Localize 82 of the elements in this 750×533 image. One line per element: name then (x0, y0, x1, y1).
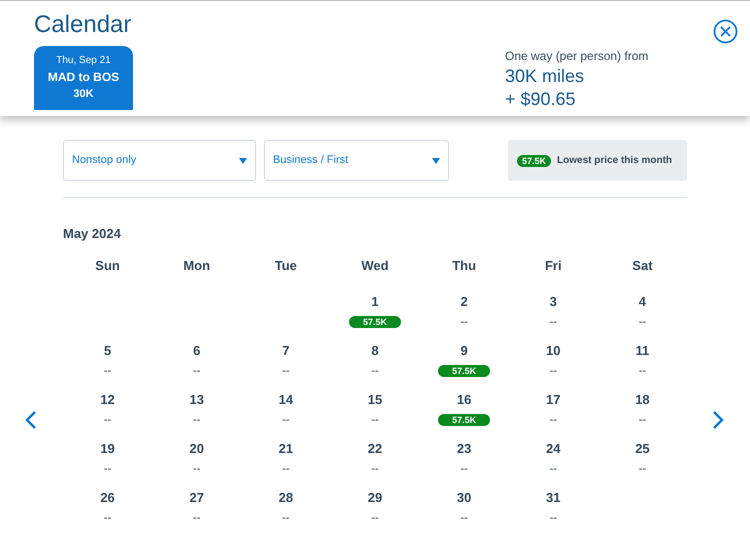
caret-icon (432, 158, 440, 164)
day-number[interactable]: 24 (546, 440, 560, 456)
trip-tab[interactable]: Thu, Sep 21 MAD to BOS 30K (34, 46, 133, 110)
price-text: -- (371, 365, 379, 377)
dropdown[interactable]: Business / First (264, 140, 449, 181)
weekday-label: Tue (274, 258, 297, 272)
price-text: -- (282, 512, 290, 524)
price-text: -- (638, 414, 646, 426)
price-text: -- (550, 512, 557, 524)
day-number[interactable]: 22 (368, 440, 382, 456)
weekday-label: Wed (361, 258, 389, 272)
day-number[interactable]: 18 (635, 392, 650, 406)
price-text: -- (282, 365, 290, 377)
price-text: -- (460, 512, 468, 524)
day-number[interactable]: 2 (460, 294, 468, 308)
day-number[interactable]: 9 (460, 342, 468, 358)
caret-icon (239, 158, 247, 164)
day-number[interactable]: 27 (189, 490, 204, 504)
price-text: -- (371, 512, 379, 524)
day-number[interactable]: 12 (100, 392, 115, 406)
price-badge: 57.5K (517, 154, 552, 166)
price-text: -- (638, 316, 646, 328)
day-number[interactable]: 6 (193, 342, 200, 358)
day-number[interactable]: 20 (189, 440, 204, 456)
price-badge: 57.5K (438, 414, 490, 426)
price-text: -- (638, 365, 646, 377)
day-number[interactable]: 21 (278, 440, 294, 456)
price-text: -- (282, 463, 290, 475)
day-number[interactable]: 4 (638, 294, 646, 308)
price-badge: 57.5K (348, 316, 401, 328)
miles-price: 30K miles (505, 65, 586, 88)
price-badge: 57.5K (438, 365, 490, 377)
price-text: -- (460, 316, 468, 328)
day-number[interactable]: 7 (282, 342, 290, 358)
day-number[interactable]: 14 (278, 392, 294, 406)
day-number[interactable]: 26 (100, 490, 115, 504)
day-number[interactable]: 15 (368, 392, 382, 406)
price-text: -- (282, 414, 290, 426)
day-number[interactable]: 17 (546, 392, 560, 406)
fare-label: One way (per person) from (505, 48, 648, 65)
price-text: -- (550, 365, 557, 377)
day-number[interactable]: 5 (104, 342, 112, 358)
day-number[interactable]: 3 (550, 294, 557, 308)
day-number[interactable]: 13 (189, 392, 204, 406)
tax-price: + $90.65 (505, 88, 577, 112)
weekday-label: Sun (95, 258, 120, 272)
weekday-label: Thu (452, 258, 476, 272)
day-number[interactable]: 1 (371, 294, 379, 308)
legend-label: Lowest price this month (557, 154, 672, 168)
day-number[interactable]: 19 (100, 440, 115, 456)
dialog-title: Calendar (34, 11, 132, 40)
price-text: -- (193, 463, 200, 475)
price-text: -- (638, 463, 646, 475)
day-number[interactable]: 28 (278, 490, 294, 504)
price-text: -- (104, 463, 112, 475)
price-text: -- (371, 463, 379, 475)
dropdown[interactable]: Nonstop only (63, 140, 256, 181)
day-number[interactable]: 30 (456, 490, 472, 504)
day-number[interactable]: 23 (456, 440, 472, 456)
price-text: -- (550, 414, 557, 426)
price-text: -- (193, 512, 200, 524)
price-text: -- (371, 414, 379, 426)
price-text: -- (104, 512, 112, 524)
day-number[interactable]: 8 (371, 342, 379, 358)
close-button[interactable] (713, 19, 738, 44)
price-text: -- (193, 414, 200, 426)
price-text: -- (104, 365, 112, 377)
day-number[interactable]: 25 (635, 440, 650, 456)
price-text: -- (460, 463, 468, 475)
price-text: -- (193, 365, 200, 377)
weekday-label: Sat (632, 258, 653, 272)
day-number[interactable]: 11 (636, 342, 650, 358)
day-number[interactable]: 16 (456, 392, 472, 406)
day-number[interactable]: 31 (546, 490, 560, 504)
month-label: May 2024 (63, 225, 122, 243)
day-number[interactable]: 29 (368, 490, 382, 504)
price-text: -- (550, 316, 557, 328)
price-text: -- (550, 463, 557, 475)
day-number[interactable]: 10 (546, 342, 560, 358)
weekday-label: Fri (544, 258, 562, 272)
price-text: -- (104, 414, 112, 426)
weekday-label: Mon (183, 258, 210, 272)
